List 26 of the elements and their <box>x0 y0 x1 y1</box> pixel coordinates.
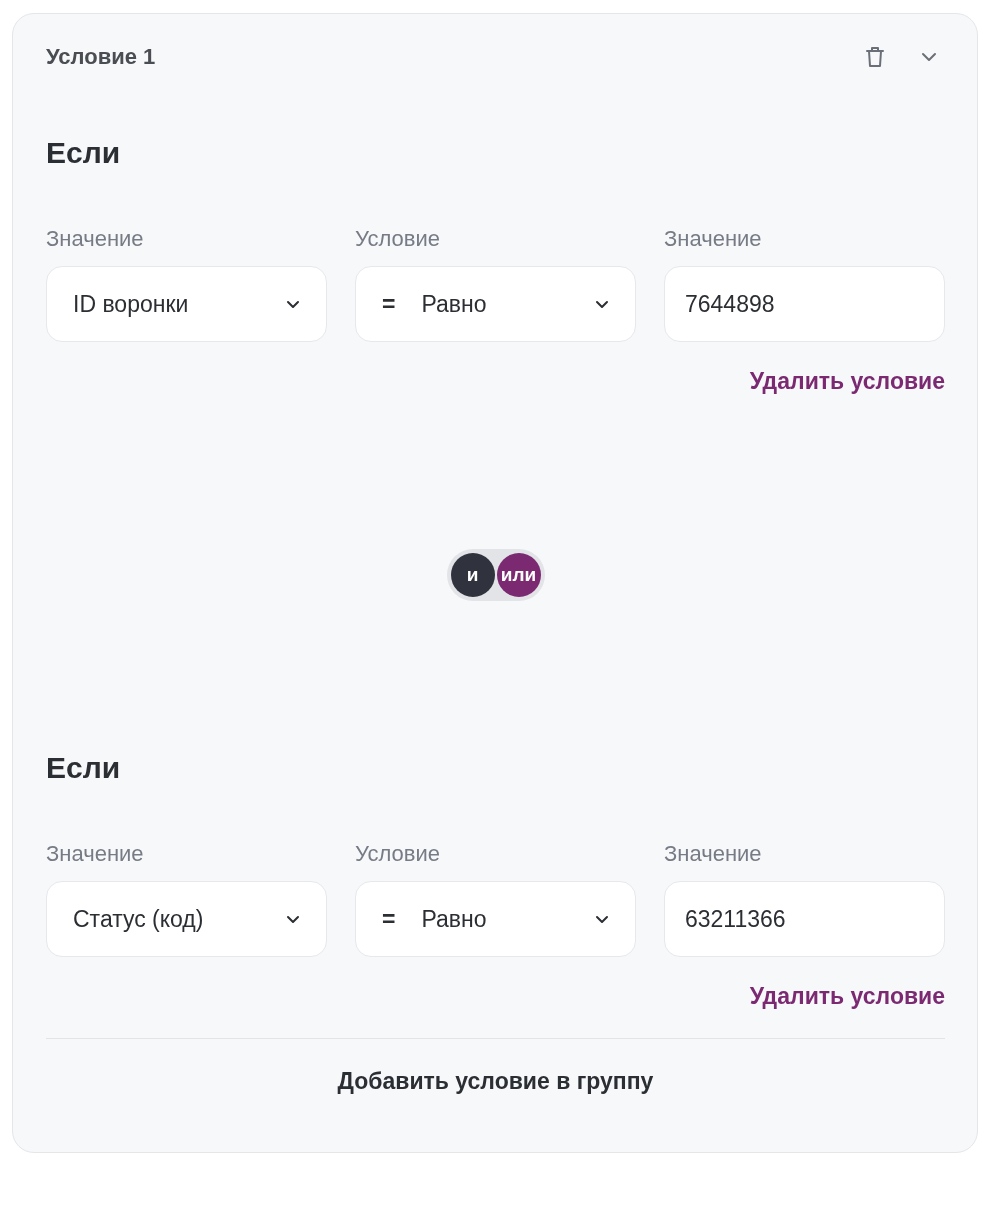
field-label: Значение <box>664 226 763 252</box>
chevron-down-icon <box>286 299 300 309</box>
trash-icon[interactable] <box>865 45 885 69</box>
field-label: Условие <box>355 226 442 252</box>
field-label: Значение <box>46 226 145 252</box>
chevron-down-icon <box>286 914 300 924</box>
card-title: Условие 1 <box>46 44 156 70</box>
select-field[interactable]: = Равно <box>355 881 636 957</box>
chevron-down-icon <box>595 914 609 924</box>
select-field[interactable]: Статус (код) <box>46 881 327 957</box>
field-label: Значение <box>664 841 763 867</box>
logic-option[interactable]: или <box>496 553 541 597</box>
logic-option[interactable]: и <box>450 553 495 597</box>
select-field[interactable]: ID воронки <box>46 266 327 342</box>
section-heading: Если <box>46 136 122 170</box>
remove-condition-link[interactable]: Удалить условие <box>749 368 945 395</box>
field-label: Значение <box>46 841 145 867</box>
input-field[interactable]: 7644898 <box>664 266 945 342</box>
section-heading: Если <box>46 751 122 785</box>
collapse-icon[interactable] <box>921 52 937 62</box>
chevron-down-icon <box>595 299 609 309</box>
field-label: Условие <box>355 841 442 867</box>
add-condition-button[interactable]: Добавить условие в группу <box>331 1067 660 1096</box>
remove-condition-link[interactable]: Удалить условие <box>749 983 945 1010</box>
select-field[interactable]: = Равно <box>355 266 636 342</box>
input-field[interactable]: 63211366 <box>664 881 945 957</box>
